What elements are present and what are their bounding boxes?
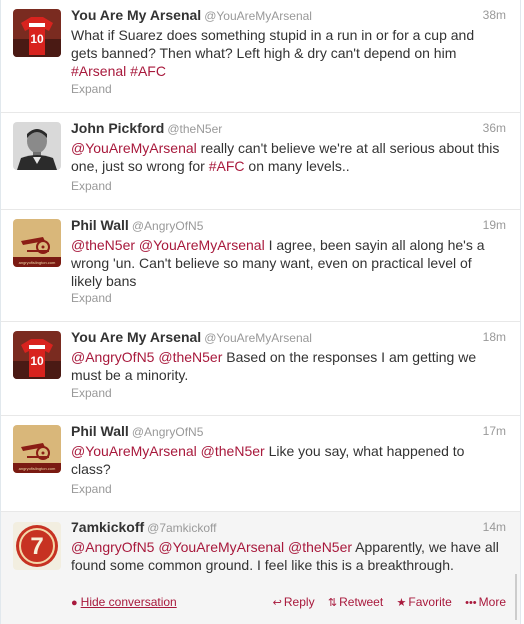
- author-handle[interactable]: @AngryOfN5: [132, 425, 204, 439]
- hashtag-link[interactable]: #AFC: [209, 158, 245, 174]
- mention-link[interactable]: @AngryOfN5: [71, 349, 154, 365]
- hide-conversation-link[interactable]: ● Hide conversation: [71, 595, 177, 609]
- avatar[interactable]: 10: [13, 331, 61, 379]
- timestamp[interactable]: 38m: [483, 8, 506, 22]
- author-name[interactable]: Phil Wall: [71, 217, 129, 233]
- avatar[interactable]: [13, 122, 61, 170]
- scrollbar-thumb[interactable]: [515, 574, 517, 620]
- tweet-item[interactable]: angryofislington.com Phil Wall @AngryOfN5…: [1, 210, 520, 322]
- svg-text:angryofislington.com: angryofislington.com: [19, 260, 56, 265]
- svg-text:10: 10: [30, 32, 44, 46]
- retweet-button[interactable]: ⇅ Retweet: [328, 595, 383, 609]
- author-name[interactable]: John Pickford: [71, 120, 164, 136]
- speech-bubble-icon: ●: [71, 597, 78, 609]
- tweet-text: @theN5er @YouAreMyArsenal I agree, been …: [71, 237, 485, 289]
- mention-link[interactable]: @theN5er: [201, 443, 265, 459]
- svg-text:angryofislington.com: angryofislington.com: [19, 466, 56, 471]
- mention-link[interactable]: @YouAreMyArsenal: [71, 140, 197, 156]
- timestamp[interactable]: 18m: [483, 330, 506, 344]
- author-handle[interactable]: @7amkickoff: [147, 521, 216, 535]
- expand-link[interactable]: Expand: [71, 482, 112, 496]
- hashtag-link[interactable]: #Arsenal: [71, 63, 126, 79]
- author-name[interactable]: Phil Wall: [71, 423, 129, 439]
- avatar[interactable]: 10: [13, 9, 61, 57]
- timestamp[interactable]: 17m: [483, 424, 506, 438]
- expand-link[interactable]: Expand: [71, 291, 112, 305]
- author-handle[interactable]: @theN5er: [167, 122, 222, 136]
- tweet-text: @YouAreMyArsenal @theN5er Like you say, …: [71, 443, 465, 477]
- reply-button[interactable]: ↩ Reply: [273, 595, 315, 609]
- tweet-item[interactable]: John Pickford @theN5er 36m @YouAreMyArsen…: [1, 113, 520, 210]
- reply-arrow-icon: ↩: [272, 597, 282, 609]
- retweet-icon: ⇅: [327, 597, 338, 609]
- favorite-button[interactable]: ★ Favorite: [397, 595, 452, 609]
- star-icon: ★: [396, 597, 407, 609]
- tweet-text: @YouAreMyArsenal really can't believe we…: [71, 140, 500, 174]
- mention-link[interactable]: @YouAreMyArsenal: [71, 443, 197, 459]
- tweet-text: What if Suarez does something stupid in …: [71, 27, 475, 79]
- tweet-actions: ● Hide conversation ↩ Reply ⇅ Retweet ★ Favo…: [71, 595, 506, 611]
- timestamp[interactable]: 36m: [483, 121, 506, 135]
- avatar[interactable]: angryofislington.com: [13, 425, 61, 473]
- tweet-item[interactable]: 10 You Are My Arsenal @YouAreMyArsenal 18…: [1, 322, 520, 416]
- author-name[interactable]: 7amkickoff: [71, 519, 144, 535]
- expand-link[interactable]: Expand: [71, 386, 112, 400]
- tweet-text: @AngryOfN5 @theN5er Based on the respons…: [71, 349, 477, 383]
- mention-link[interactable]: @theN5er: [158, 349, 222, 365]
- mention-link[interactable]: @theN5er: [71, 237, 135, 253]
- expand-link[interactable]: Expand: [71, 82, 112, 96]
- author-name[interactable]: You Are My Arsenal: [71, 7, 201, 23]
- timeline: 10 You Are My Arsenal @YouAreMyArsenal 38…: [0, 0, 521, 624]
- tweet-item[interactable]: 10 You Are My Arsenal @YouAreMyArsenal 38…: [1, 0, 520, 113]
- author-handle[interactable]: @YouAreMyArsenal: [204, 331, 312, 345]
- more-button[interactable]: ••• More: [465, 595, 506, 609]
- tweet-text: @AngryOfN5 @YouAreMyArsenal @theN5er App…: [71, 539, 499, 573]
- mention-link[interactable]: @YouAreMyArsenal: [158, 539, 284, 555]
- avatar[interactable]: angryofislington.com: [13, 219, 61, 267]
- avatar[interactable]: 7: [13, 522, 61, 570]
- more-dots-icon: •••: [465, 597, 477, 609]
- mention-link[interactable]: @AngryOfN5: [71, 539, 154, 555]
- svg-text:10: 10: [30, 354, 44, 368]
- tweet-item-expanded[interactable]: 7 7amkickoff @7amkickoff 14m @AngryOfN5 @…: [1, 512, 520, 624]
- timestamp[interactable]: 19m: [483, 218, 506, 232]
- timestamp[interactable]: 14m: [483, 520, 506, 534]
- expand-link[interactable]: Expand: [71, 179, 112, 193]
- hashtag-link[interactable]: #AFC: [130, 63, 166, 79]
- author-handle[interactable]: @YouAreMyArsenal: [204, 9, 312, 23]
- tweet-item[interactable]: angryofislington.com Phil Wall @AngryOfN5…: [1, 416, 520, 512]
- author-handle[interactable]: @AngryOfN5: [132, 219, 204, 233]
- mention-link[interactable]: @theN5er: [288, 539, 352, 555]
- author-name[interactable]: You Are My Arsenal: [71, 329, 201, 345]
- mention-link[interactable]: @YouAreMyArsenal: [139, 237, 265, 253]
- svg-text:7: 7: [30, 533, 43, 560]
